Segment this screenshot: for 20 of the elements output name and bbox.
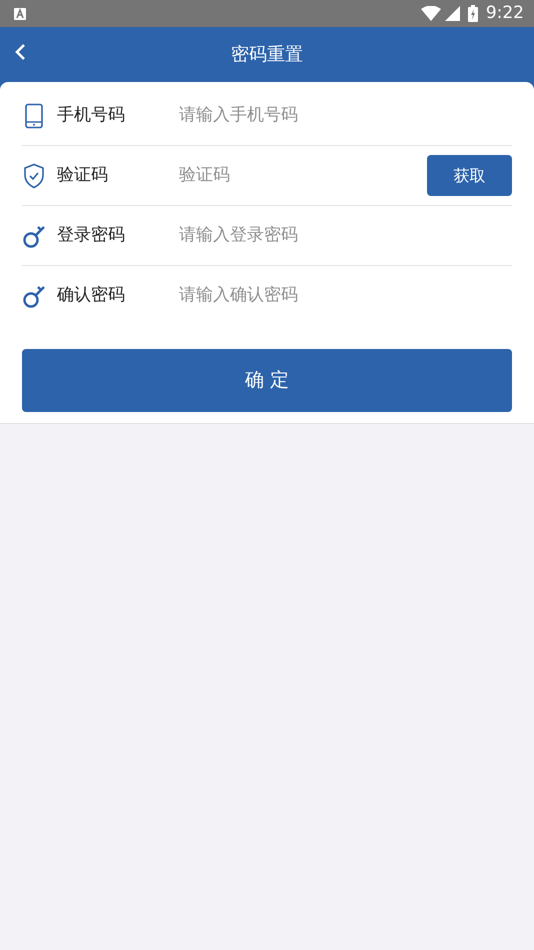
field-label: 手机号码: [57, 104, 126, 127]
signal-icon: [444, 6, 460, 21]
field-label: 登录密码: [57, 224, 126, 247]
get-code-button[interactable]: 获取: [427, 155, 512, 196]
input-field[interactable]: 请输入登录密码: [179, 222, 512, 248]
shield-check-icon: [22, 162, 46, 188]
field-label: 验证码: [57, 164, 109, 187]
input-field[interactable]: 请输入确认密码: [179, 283, 512, 309]
page-title: 密码重置: [231, 43, 303, 67]
wifi-icon: [420, 6, 441, 21]
confirm-button[interactable]: 确 定: [22, 349, 512, 412]
input-field[interactable]: 验证码: [179, 162, 427, 188]
battery-icon: [468, 5, 478, 22]
back-icon[interactable]: [14, 43, 26, 61]
phone-icon: [22, 102, 46, 128]
input-field[interactable]: 请输入手机号码: [179, 102, 512, 128]
field-label: 确认密码: [57, 284, 126, 308]
clock-time: 9:22: [486, 2, 524, 25]
notification-icon: [14, 8, 26, 20]
key-icon: [22, 283, 46, 309]
